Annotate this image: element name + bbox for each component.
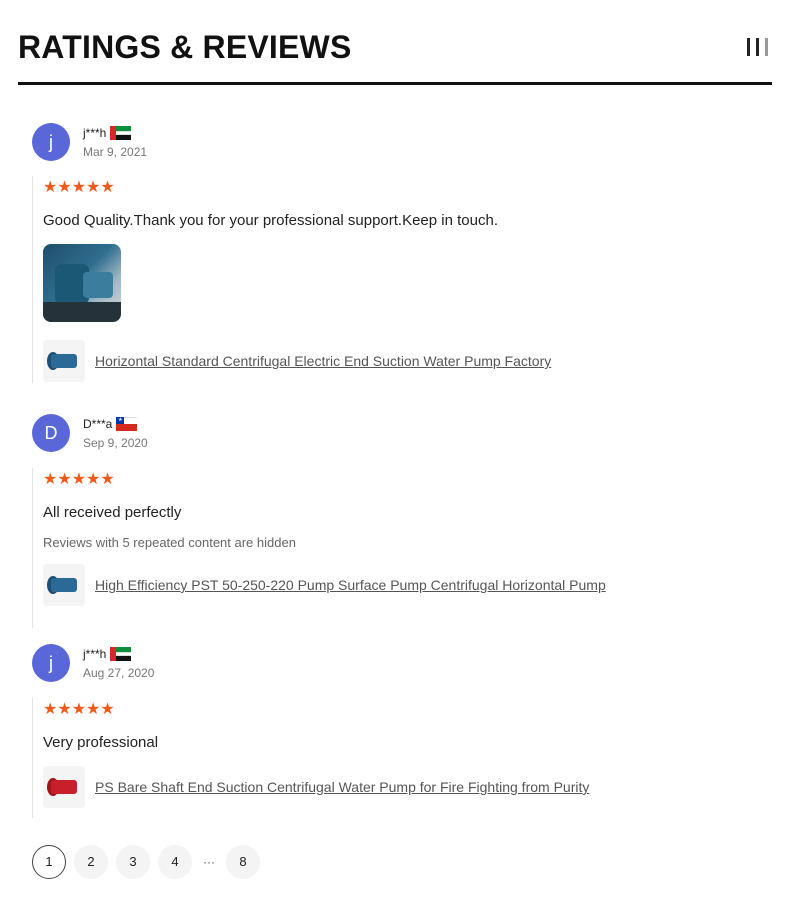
- review-text: Good Quality.Thank you for your professi…: [43, 212, 498, 229]
- review-photo[interactable]: [43, 244, 121, 322]
- page-button-3[interactable]: 3: [116, 845, 150, 879]
- product-thumbnail[interactable]: [43, 340, 85, 382]
- product-link[interactable]: Horizontal Standard Centrifugal Electric…: [95, 353, 551, 369]
- pagination-ellipsis: ···: [203, 855, 215, 869]
- review-text: Very professional: [43, 734, 159, 751]
- star-rating: ★★★★★: [43, 471, 115, 488]
- reviews-header: RATINGS & REVIEWS: [18, 28, 772, 85]
- review-text: All received perfectly: [43, 504, 182, 521]
- product-link-row[interactable]: PS Bare Shaft End Suction Centrifugal Wa…: [43, 766, 589, 808]
- product-thumbnail[interactable]: [43, 564, 85, 606]
- avatar: j: [32, 123, 70, 161]
- product-link-row[interactable]: High Efficiency PST 50-250-220 Pump Surf…: [43, 564, 606, 606]
- product-link[interactable]: PS Bare Shaft End Suction Centrifugal Wa…: [95, 779, 589, 795]
- avatar: j: [32, 644, 70, 682]
- reviewer: j***h: [83, 647, 132, 661]
- page-button-2[interactable]: 2: [74, 845, 108, 879]
- reviewer: D***a ★: [83, 417, 138, 431]
- star-rating: ★★★★★: [43, 701, 115, 718]
- review-date: Mar 9, 2021: [83, 145, 148, 159]
- hidden-reviews-note: Reviews with 5 repeated content are hidd…: [43, 535, 296, 550]
- star-rating: ★★★★★: [43, 179, 115, 196]
- review-body: ★★★★★ Very professional PS Bare Shaft En…: [32, 698, 589, 818]
- uae-flag-icon: [110, 647, 132, 661]
- pagination: 1 2 3 4 ··· 8: [32, 845, 260, 879]
- reviewer-name: D***a: [83, 417, 113, 431]
- review-body: ★★★★★ Good Quality.Thank you for your pr…: [32, 176, 551, 383]
- page-button-4[interactable]: 4: [158, 845, 192, 879]
- reviewer-name: j***h: [83, 126, 107, 140]
- review-body: ★★★★★ All received perfectly Reviews wit…: [32, 468, 606, 628]
- review-date: Aug 27, 2020: [83, 666, 155, 680]
- product-link-row[interactable]: Horizontal Standard Centrifugal Electric…: [43, 340, 551, 382]
- page-button-1[interactable]: 1: [32, 845, 66, 879]
- product-thumbnail[interactable]: [43, 766, 85, 808]
- review-date: Sep 9, 2020: [83, 436, 148, 450]
- reviewer-name: j***h: [83, 647, 107, 661]
- page-title: RATINGS & REVIEWS: [18, 29, 352, 65]
- page-button-last[interactable]: 8: [226, 845, 260, 879]
- product-link[interactable]: High Efficiency PST 50-250-220 Pump Surf…: [95, 577, 606, 593]
- uae-flag-icon: [110, 126, 132, 140]
- chile-flag-icon: ★: [116, 417, 138, 431]
- reviewer: j***h: [83, 126, 132, 140]
- avatar: D: [32, 414, 70, 452]
- bars-icon: [747, 38, 768, 56]
